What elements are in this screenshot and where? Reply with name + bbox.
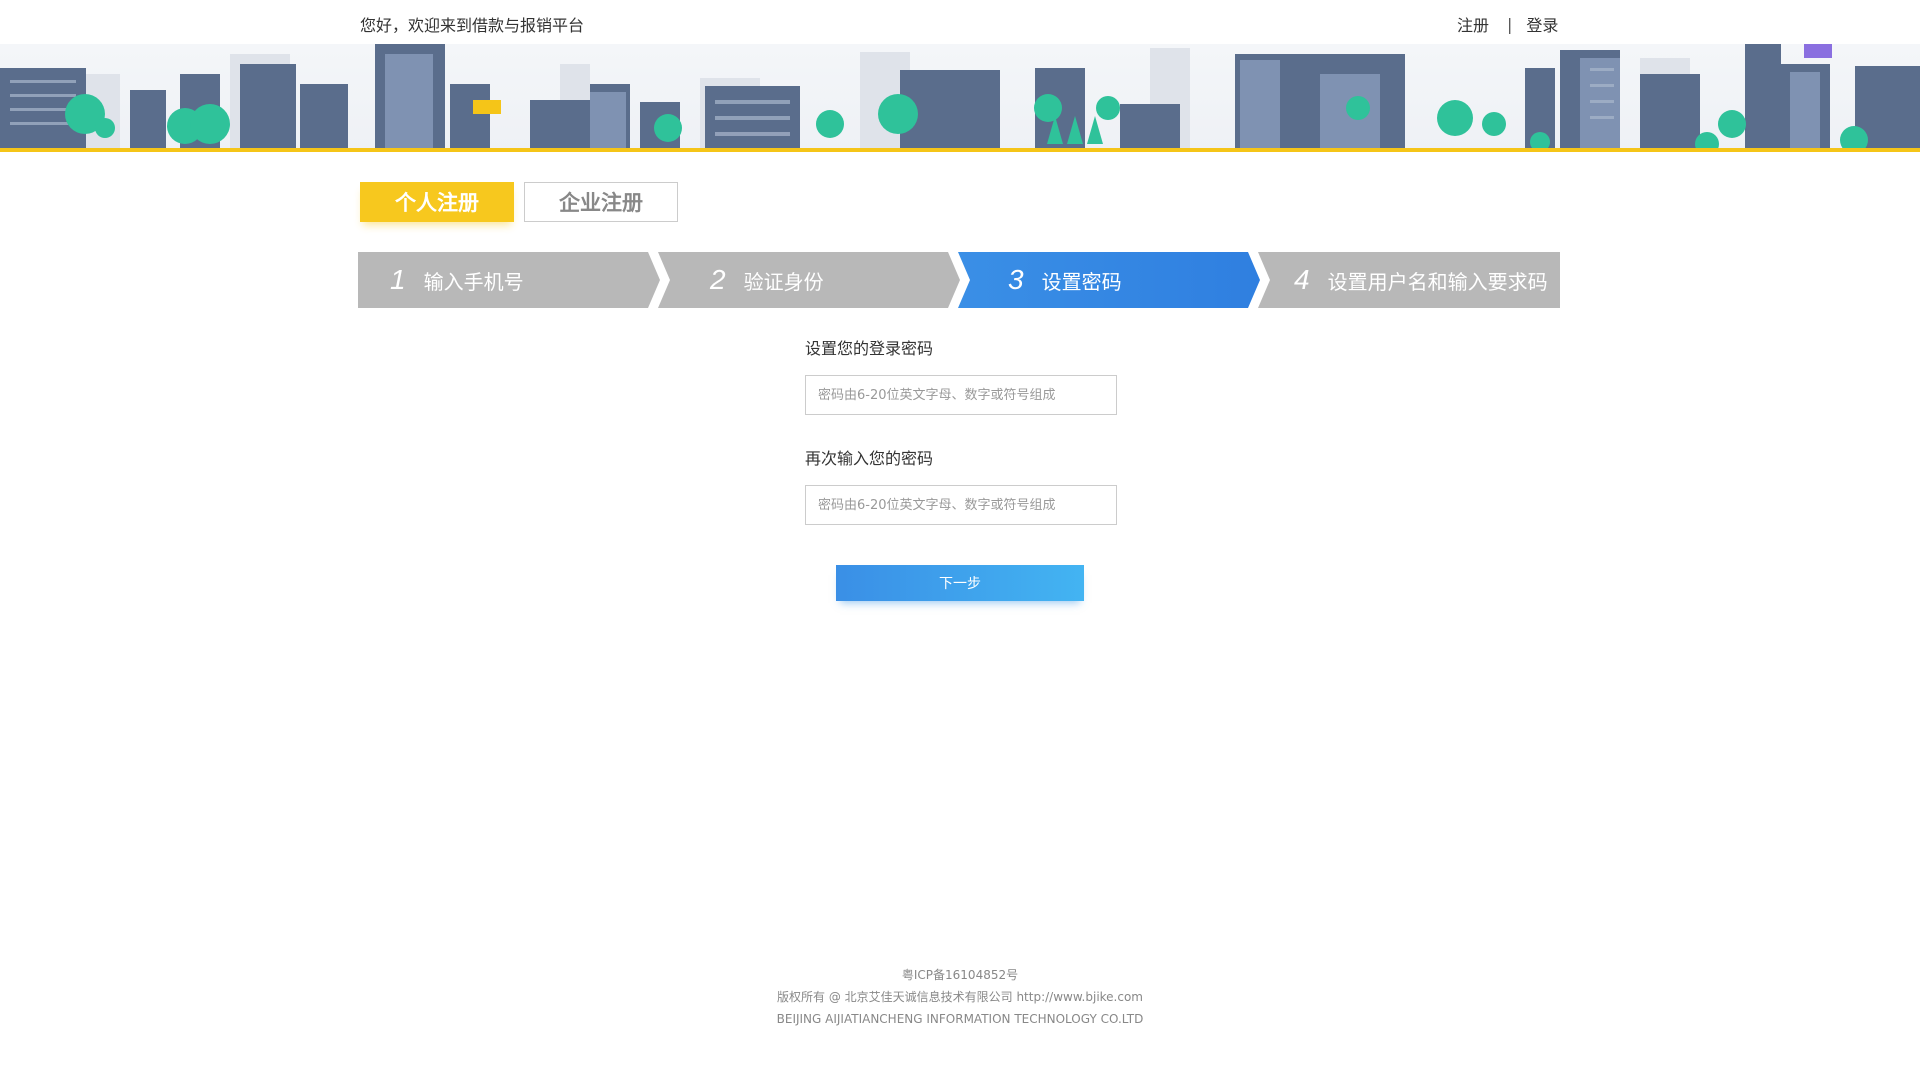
top-links: 注册 | 登录 xyxy=(1457,12,1558,36)
login-link[interactable]: 登录 xyxy=(1526,12,1558,36)
step-4: 4 设置用户名和输入要求码 xyxy=(1258,252,1560,308)
password-input[interactable] xyxy=(805,375,1117,415)
step-3-number: 3 xyxy=(1008,264,1024,295)
tab-company-register[interactable]: 企业注册 xyxy=(524,182,678,222)
step-2-number: 2 xyxy=(710,264,726,295)
top-bar: 您好，欢迎来到借款与报销平台 注册 | 登录 xyxy=(0,0,1920,44)
confirm-password-input[interactable] xyxy=(805,485,1117,525)
tab-personal-register[interactable]: 个人注册 xyxy=(360,182,514,222)
step-1-label: 输入手机号 xyxy=(423,269,524,294)
footer-icp: 粤ICP备16104852号 xyxy=(901,968,1019,982)
purple-sign xyxy=(1804,44,1832,58)
footer: 粤ICP备16104852号 版权所有 @ 北京艾佳天诚信息技术有限公司 htt… xyxy=(0,964,1920,1030)
step-3-label: 设置密码 xyxy=(1041,269,1122,294)
password-label: 设置您的登录密码 xyxy=(805,339,934,358)
step-3: 3 设置密码 xyxy=(958,252,1260,308)
footer-company-en: BEIJING AIJIATIANCHENG INFORMATION TECHN… xyxy=(776,1012,1144,1026)
banner-accent-line xyxy=(0,148,1920,152)
step-progress: 1 输入手机号 2 验证身份 3 设置密码 4 设置用户名和输入要求码 xyxy=(358,252,1560,308)
step-2: 2 验证身份 xyxy=(658,252,960,308)
step-1: 1 输入手机号 xyxy=(358,252,660,308)
welcome-text: 您好，欢迎来到借款与报销平台 xyxy=(360,16,585,35)
step-1-number: 1 xyxy=(390,264,406,295)
step-4-number: 4 xyxy=(1294,264,1310,295)
step-2-label: 验证身份 xyxy=(743,269,824,294)
link-separator: | xyxy=(1507,14,1513,34)
password-form: 设置您的登录密码 再次输入您的密码 xyxy=(805,335,1117,525)
next-step-button[interactable]: 下一步 xyxy=(836,565,1084,601)
yellow-sign xyxy=(473,100,501,114)
register-link[interactable]: 注册 xyxy=(1457,12,1489,36)
step-4-label: 设置用户名和输入要求码 xyxy=(1327,269,1548,294)
footer-copyright: 版权所有 @ 北京艾佳天诚信息技术有限公司 http://www.bjike.c… xyxy=(777,990,1143,1004)
city-skyline-banner xyxy=(0,44,1920,152)
city-skyline-illustration xyxy=(0,44,1920,152)
confirm-password-label: 再次输入您的密码 xyxy=(805,449,934,468)
